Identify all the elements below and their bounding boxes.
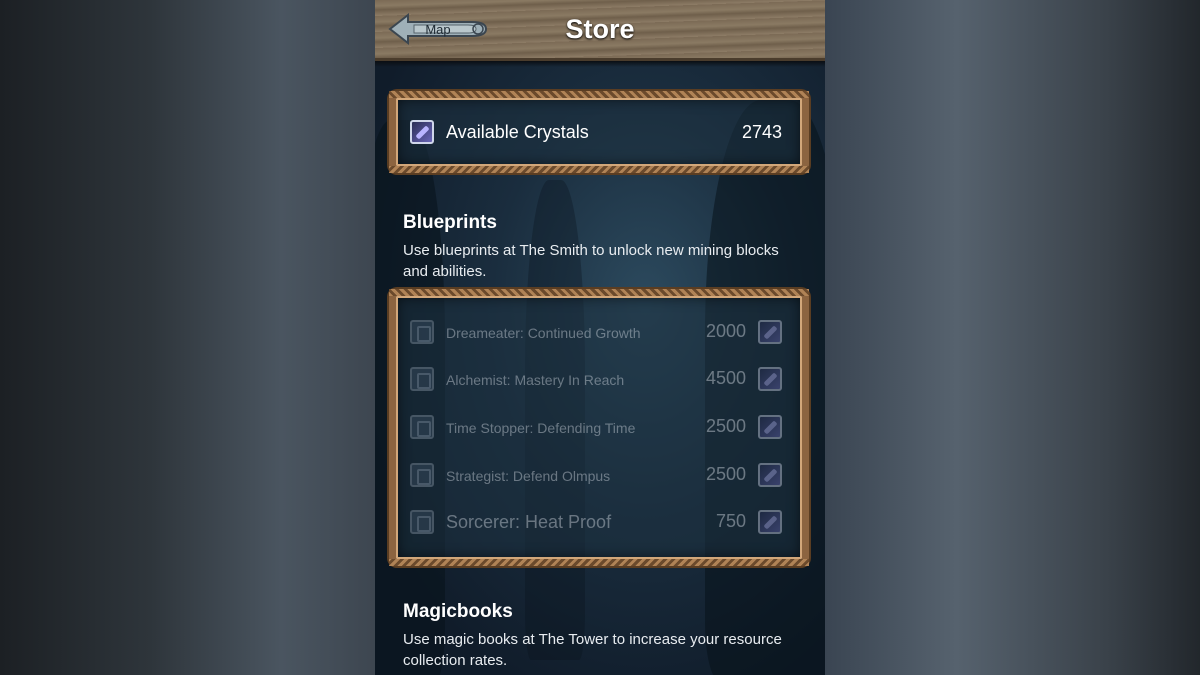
crystal-icon: [758, 463, 782, 487]
crystal-icon: [758, 320, 782, 344]
crystal-icon: [758, 367, 782, 391]
blueprint-item[interactable]: Dreameater: Continued Growth 2000: [410, 318, 782, 348]
blueprint-item[interactable]: Alchemist: Mastery In Reach 4500: [410, 365, 782, 395]
blueprint-name: Dreameater: Continued Growth: [446, 325, 641, 341]
blueprints-panel: Dreameater: Continued Growth 2000 Alchem…: [389, 289, 809, 566]
magicbooks-description: Use magic books at The Tower to increase…: [403, 631, 782, 669]
blueprint-name: Strategist: Defend Olmpus: [446, 468, 611, 484]
blueprints-description: Use blueprints at The Smith to unlock ne…: [403, 242, 779, 280]
blueprint-item[interactable]: Time Stopper: Defending Time 2500: [410, 413, 782, 443]
crystal-icon: [758, 415, 782, 439]
crystal-icon: [410, 120, 434, 144]
magicbooks-heading: Magicbooks: [403, 601, 513, 622]
blueprint-price: 2500: [705, 416, 746, 436]
blueprint-item[interactable]: Strategist: Defend Olmpus 2500: [410, 461, 782, 491]
blueprint-name: Time Stopper: Defending Time: [446, 420, 636, 436]
blueprint-price: 750: [715, 511, 746, 531]
scroll-icon: [410, 415, 434, 439]
available-crystals-label: Available Crystals: [446, 122, 589, 142]
blueprint-name: Sorcerer: Heat Proof: [446, 512, 612, 532]
crystal-icon: [758, 510, 782, 534]
page-title: Store: [565, 14, 635, 44]
scroll-icon: [410, 320, 434, 344]
blueprint-item[interactable]: Sorcerer: Heat Proof 750: [410, 508, 782, 538]
available-crystals-row: Available Crystals 2743: [410, 117, 782, 147]
scroll-icon: [410, 367, 434, 391]
crystals-panel: Available Crystals 2743: [389, 91, 809, 173]
available-crystals-value: 2743: [741, 122, 782, 142]
blurred-background-right: [825, 0, 1200, 675]
blueprint-name: Alchemist: Mastery In Reach: [446, 372, 625, 388]
store-screen: Map Store Available Crystals 2743 Bluepr…: [375, 0, 825, 675]
scroll-icon: [410, 463, 434, 487]
blurred-background-left: [0, 0, 375, 675]
blueprint-price: 4500: [705, 368, 746, 388]
blueprint-price: 2000: [705, 321, 746, 341]
header-divider: [375, 61, 825, 67]
blueprints-heading: Blueprints: [403, 212, 497, 233]
header-bar: Map Store: [375, 0, 825, 61]
scroll-icon: [410, 510, 434, 534]
blueprint-price: 2500: [705, 464, 746, 484]
